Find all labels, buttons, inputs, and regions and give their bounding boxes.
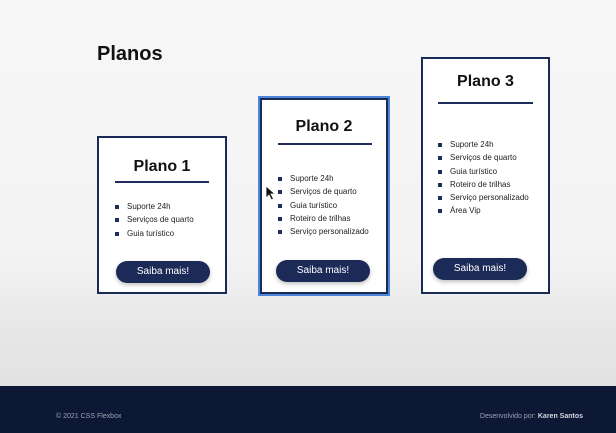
list-item: Guia turístico [438, 165, 529, 178]
plan-title: Plano 3 [457, 73, 514, 90]
list-item: Roteiro de trilhas [278, 212, 369, 225]
saiba-mais-button[interactable]: Saiba mais! [116, 261, 210, 283]
mouse-cursor-icon [265, 185, 277, 201]
list-item: Serviço personalizado [278, 225, 369, 238]
page-footer [0, 386, 616, 433]
saiba-mais-button[interactable]: Saiba mais! [276, 260, 370, 282]
list-item: Área Vip [438, 204, 529, 217]
plan-divider [278, 143, 372, 145]
plan-card-1: Plano 1 Suporte 24h Serviços de quarto G… [97, 136, 227, 294]
plan-feature-list: Suporte 24h Serviços de quarto Guia turí… [278, 172, 369, 238]
list-item: Suporte 24h [438, 138, 529, 151]
plan-feature-list: Suporte 24h Serviços de quarto Guia turí… [115, 200, 194, 240]
plan-divider [438, 102, 533, 104]
list-item: Suporte 24h [115, 200, 194, 213]
list-item: Suporte 24h [278, 172, 369, 185]
plan-feature-list: Suporte 24h Serviços de quarto Guia turí… [438, 138, 529, 218]
list-item: Serviços de quarto [278, 185, 369, 198]
plan-divider [115, 181, 209, 183]
footer-credits: Desenvolvido por: Karen Santos [480, 413, 583, 420]
list-item: Guia turístico [115, 227, 194, 240]
list-item: Roteiro de trilhas [438, 178, 529, 191]
footer-copyright: © 2021 CSS Flexbox [56, 413, 122, 420]
list-item: Serviços de quarto [115, 213, 194, 226]
developed-by-label: Desenvolvido por: [479, 413, 536, 420]
list-item: Serviço personalizado [438, 191, 529, 204]
plan-title: Plano 2 [295, 118, 353, 135]
plan-card-3: Plano 3 Suporte 24h Serviços de quarto G… [421, 57, 550, 294]
plan-card-2: Plano 2 Suporte 24h Serviços de quarto G… [260, 98, 388, 294]
plan-title: Plano 1 [133, 158, 191, 175]
saiba-mais-button[interactable]: Saiba mais! [433, 258, 527, 280]
list-item: Guia turístico [278, 199, 369, 212]
list-item: Serviços de quarto [438, 151, 529, 164]
page-title: Planos [97, 43, 163, 65]
developer-name: Karen Santos [537, 413, 583, 420]
